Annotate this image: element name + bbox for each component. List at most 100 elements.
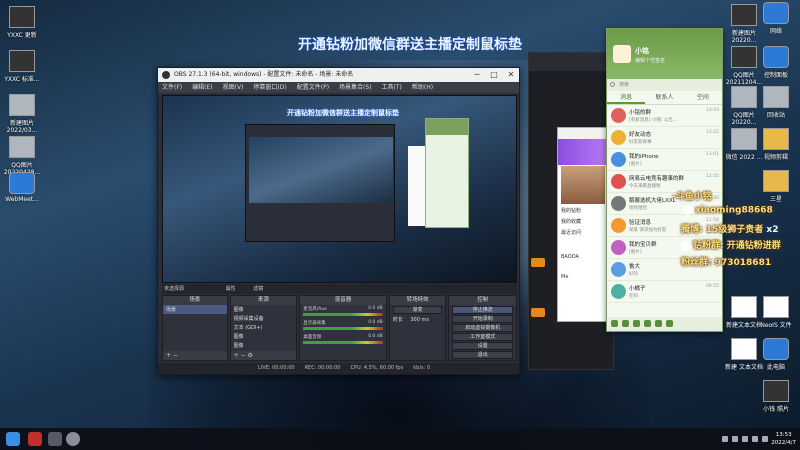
source-toolbar: 未选择源 属性 滤镜 xyxy=(162,284,517,294)
source-item[interactable]: 视频采集设备 xyxy=(231,314,297,323)
desktop-icon-image-3[interactable]: 新建图片 20220... xyxy=(724,4,764,44)
source-item[interactable]: 图像 xyxy=(231,305,297,314)
desktop-icon-image-1[interactable]: 新建图片 2022/03... xyxy=(2,94,42,134)
obs-titlebar[interactable]: OBS 27.1.3 (64-bit, windows) - 配置文件: 未命名… xyxy=(158,68,519,82)
stop-streaming-button[interactable]: 停止推流 xyxy=(452,306,514,314)
toolbar-icon[interactable] xyxy=(644,320,651,327)
obs-preview-canvas[interactable]: 开通钻粉加微信群送主播定制鼠标垫 xyxy=(162,95,517,283)
start-recording-button[interactable]: 开始录制 xyxy=(452,315,514,323)
qq-search-input[interactable]: 搜索 xyxy=(607,79,722,91)
remove-icon[interactable]: − xyxy=(241,352,246,359)
menu-profile[interactable]: 配置文件(P) xyxy=(297,82,329,93)
desktop-icon-webmeet[interactable]: WebMeet... xyxy=(2,172,42,203)
desktop-icon-image-4[interactable]: QQ图片 20211204... xyxy=(724,46,764,86)
desktop-icon-wechat[interactable]: 微信 2022 ... xyxy=(724,128,764,161)
volume-icon[interactable] xyxy=(762,436,768,442)
menu-item-favorites[interactable]: 我的收藏 xyxy=(558,216,608,227)
tray-icon[interactable] xyxy=(722,436,728,442)
document-icon xyxy=(731,296,757,318)
desktop-icon-image-2[interactable]: QQ图片 20220428... xyxy=(2,136,42,176)
orange-action-button-2[interactable] xyxy=(531,308,545,317)
add-icon[interactable]: + xyxy=(234,352,239,359)
desktop-icon-text-doc[interactable]: 新建文本文档 xyxy=(724,296,764,329)
desktop-icon-photos[interactable]: 小钱 照片 xyxy=(756,380,796,413)
scene-item[interactable]: 场景 xyxy=(163,305,227,314)
orange-action-button[interactable] xyxy=(531,258,545,267)
browser-taskbar-icon[interactable] xyxy=(66,432,80,446)
menu-item-baoda[interactable]: BAODA xyxy=(558,252,608,262)
source-item[interactable]: 图像 xyxy=(231,341,297,350)
virtual-camera-button[interactable]: 启动虚拟摄像机 xyxy=(452,324,514,332)
desktop-icon-image-5[interactable]: QQ图片 20220... xyxy=(724,86,764,126)
menu-item-recent[interactable]: 最近访问 xyxy=(558,227,608,238)
gear-icon[interactable]: ⚙ xyxy=(248,352,253,359)
transition-select[interactable]: 渐变 xyxy=(392,306,443,314)
duration-row: 时长 300 ms xyxy=(390,315,446,324)
remove-icon[interactable]: − xyxy=(173,352,178,359)
menu-item-me[interactable]: Me xyxy=(558,272,608,282)
toolbar-icon[interactable] xyxy=(666,320,673,327)
no-source-label: 未选择源 xyxy=(164,286,185,292)
mixer-track[interactable]: 麦克风/Aux 0.0 dB xyxy=(300,305,386,319)
desktop-icon-text-doc-2[interactable]: 新建 文本文档 xyxy=(724,338,764,371)
toolbar-icon[interactable] xyxy=(633,320,640,327)
menu-scene-collection[interactable]: 场景集合(S) xyxy=(339,82,372,93)
maximize-icon[interactable]: □ xyxy=(486,68,502,82)
desktop-icon-yxxc-standard[interactable]: YXXC 标准... xyxy=(2,50,42,83)
app-taskbar-icon[interactable] xyxy=(48,432,62,446)
image-thumbnail-icon xyxy=(731,46,757,68)
taskbar-clock[interactable]: 13:53 2022/4/7 xyxy=(771,431,796,447)
diamond-icon xyxy=(681,240,691,251)
toolbar-icon[interactable] xyxy=(611,320,618,327)
menu-file[interactable]: 文件(F) xyxy=(162,82,182,93)
add-icon[interactable]: + xyxy=(166,352,171,359)
settings-button[interactable]: 设置 xyxy=(452,342,514,350)
menu-docks[interactable]: 停靠窗口(D) xyxy=(253,82,286,93)
filters-button[interactable]: 滤镜 xyxy=(253,286,263,292)
tray-icon[interactable] xyxy=(742,436,748,442)
start-menu-icon[interactable] xyxy=(6,432,20,446)
tab-contacts[interactable]: 联系人 xyxy=(645,91,683,104)
source-item[interactable]: 图像 xyxy=(231,332,297,341)
toolbar-icon[interactable] xyxy=(655,320,662,327)
duration-field[interactable]: 300 ms xyxy=(410,317,429,323)
contact-name: 小橘子 xyxy=(629,286,646,292)
toolbar-icon[interactable] xyxy=(622,320,629,327)
mixer-track[interactable]: 显示器采集 0.0 dB xyxy=(300,319,386,333)
desktop-icon-samsung[interactable]: 三星 xyxy=(756,170,796,203)
wifi-icon[interactable] xyxy=(752,436,758,442)
menu-edit[interactable]: 编辑(E) xyxy=(192,82,212,93)
studio-mode-button[interactable]: 工作室模式 xyxy=(452,333,514,341)
list-item[interactable]: 小铭的群 [有新消息] 小铭: 公告... 13:43 xyxy=(607,105,722,127)
list-item[interactable]: 好友动态 好友新鲜事 13:22 xyxy=(607,127,722,149)
transitions-dock-title: 转场特效 xyxy=(389,296,446,305)
menu-help[interactable]: 帮助(H) xyxy=(412,82,433,93)
properties-button[interactable]: 属性 xyxy=(226,286,236,292)
minimize-icon[interactable]: ─ xyxy=(469,68,485,82)
track-db: 0.0 dB xyxy=(368,334,383,339)
contact-name: 验证消息 xyxy=(629,220,652,226)
huya-app-window[interactable]: 我的钻粉 我的收藏 最近访问 BAODA Me xyxy=(557,127,609,322)
mixer-track[interactable]: 桌面音频 0.0 dB xyxy=(300,333,386,347)
list-item[interactable]: 我的iPhone [图片] 13:01 xyxy=(607,149,722,171)
menu-tools[interactable]: 工具(T) xyxy=(382,82,402,93)
list-item[interactable]: 小橘子 在吗 09:55 xyxy=(607,281,722,303)
desktop-icon-yxxc-update[interactable]: YXXC 更新 xyxy=(2,6,42,39)
exit-button[interactable]: 退出 xyxy=(452,351,514,359)
tray-icon[interactable] xyxy=(732,436,738,442)
webcam-app-icon xyxy=(9,172,35,194)
obs-window[interactable]: OBS 27.1.3 (64-bit, windows) - 配置文件: 未命名… xyxy=(157,67,520,375)
qq-signature[interactable]: 编辑个性签名 xyxy=(635,57,665,64)
obs-taskbar-icon[interactable] xyxy=(28,432,42,446)
avatar[interactable] xyxy=(613,45,631,63)
tab-messages[interactable]: 消息 xyxy=(607,91,646,104)
volume-meter xyxy=(303,313,383,316)
close-icon[interactable]: ✕ xyxy=(503,68,519,82)
cpu-usage: CPU: 4.5%, 60.00 fps xyxy=(350,365,404,371)
source-item[interactable]: 文本 (GDI+) xyxy=(231,323,297,332)
menu-item-fans[interactable]: 我的钻粉 xyxy=(558,205,608,216)
menu-view[interactable]: 视图(V) xyxy=(223,82,244,93)
qq-window[interactable]: 小铭 编辑个性签名 搜索 消息 联系人 空间 小铭的群 [有新消息] 小铭: 公告… xyxy=(606,28,723,332)
tab-space[interactable]: 空间 xyxy=(684,91,722,104)
folder-icon xyxy=(763,170,789,192)
